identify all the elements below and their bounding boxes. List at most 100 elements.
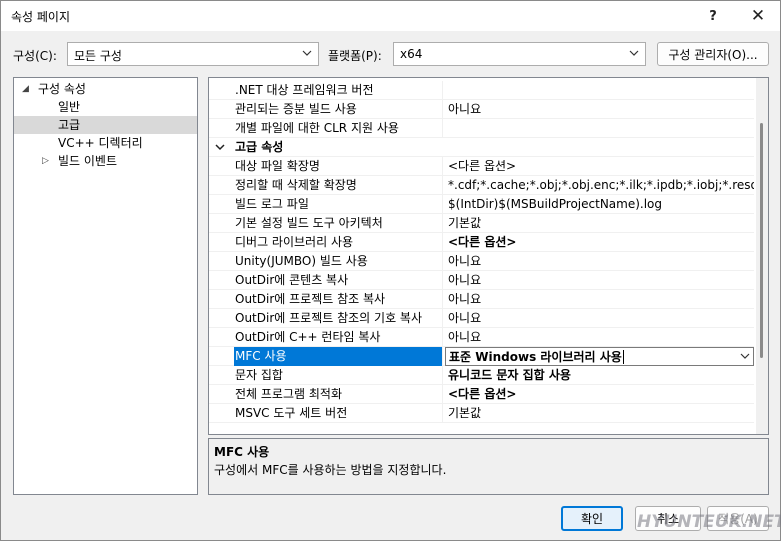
property-name: 전체 프로그램 최적화 [234,385,443,404]
property-name: OutDir에 콘텐츠 복사 [234,271,443,290]
property-name: 디버그 라이브러리 사용 [234,233,443,252]
platform-combobox[interactable]: x64 [393,42,646,66]
grid-row-build-log[interactable]: 빌드 로그 파일 $(IntDir)$(MSBuildProjectName).… [209,195,754,214]
expanded-arrow-icon[interactable]: ◢ [22,80,29,98]
grid-row-debug-libs[interactable]: 디버그 라이브러리 사용 <다른 옵션> [209,233,754,252]
title-bar: 속성 페이지 ? ✕ [1,1,780,31]
property-name: 기본 설정 빌드 도구 아키텍처 [234,214,443,233]
property-name: 빌드 로그 파일 [234,195,443,214]
cancel-label: 취소 [656,512,680,526]
ok-button[interactable]: 확인 [561,506,623,531]
description-text: 구성에서 MFC를 사용하는 방법을 지정합니다. [214,463,447,477]
config-label: 구성(C): [13,49,57,63]
description-panel: MFC 사용 구성에서 MFC를 사용하는 방법을 지정합니다. [208,438,769,495]
config-toolbar: 구성(C): 모든 구성 플랫폼(P): x64 구성 관리자(O)... [1,39,780,69]
tree-item-label: 일반 [58,100,81,114]
config-combobox[interactable]: 모든 구성 [67,42,319,66]
grid-row-target-ext[interactable]: 대상 파일 확장명 <다른 옵션> [209,157,754,176]
grid-row-dotnet-framework[interactable]: .NET 대상 프레임워크 버전 [209,81,754,100]
tree-item-build-events[interactable]: ▷ 빌드 이벤트 [14,152,197,170]
grid-row-managed-incremental[interactable]: 관리되는 증분 빌드 사용 아니요 [209,100,754,119]
property-value: <다른 옵션> [448,387,517,401]
property-name: .NET 대상 프레임워크 버전 [234,81,443,100]
chevron-down-icon [302,50,312,56]
property-name: MSVC 도구 세트 버전 [234,404,443,423]
collapsed-arrow-icon[interactable]: ▷ [42,152,49,170]
platform-label: 플랫폼(P): [328,49,382,63]
grid-row-clr-per-file[interactable]: 개별 파일에 대한 CLR 지원 사용 [209,119,754,138]
property-value: 아니요 [448,102,482,116]
config-value: 모든 구성 [74,49,122,63]
text-caret [622,350,624,364]
property-value: <다른 옵션> [448,159,517,173]
mfc-value-combobox[interactable]: 표준 Windows 라이브러리 사용 [445,347,754,366]
tree-item-config-properties[interactable]: ◢ 구성 속성 [14,80,197,98]
grid-row-msvc-toolset[interactable]: MSVC 도구 세트 버전 기본값 [209,404,754,423]
property-name: 정리할 때 삭제할 확장명 [234,176,443,195]
help-icon: ? [709,8,717,24]
property-value: 아니요 [448,254,482,268]
apply-button[interactable]: 적용(A) [707,506,769,531]
category-name: 고급 속성 [235,140,284,154]
grid-row-clean-ext[interactable]: 정리할 때 삭제할 확장명 *.cdf;*.cache;*.obj;*.obj.… [209,176,754,195]
chevron-down-icon [629,50,639,56]
help-button[interactable]: ? [691,1,735,31]
property-value: 표준 Windows 라이브러리 사용 [449,350,622,364]
property-value: 아니요 [448,292,482,306]
property-pages-dialog: 속성 페이지 ? ✕ 구성(C): 모든 구성 플랫폼(P): x64 구성 관… [0,0,781,541]
property-name: 대상 파일 확장명 [234,157,443,176]
tree-item-vc-directories[interactable]: VC++ 디렉터리 [14,134,197,152]
property-name: 문자 집합 [234,366,443,385]
property-value [445,119,754,138]
window-title: 속성 페이지 [11,10,71,24]
property-value [445,81,754,100]
grid-row-build-tool-arch[interactable]: 기본 설정 빌드 도구 아키텍처 기본값 [209,214,754,233]
property-name: MFC 사용 [234,347,443,366]
property-value: 기본값 [448,406,482,420]
property-name: OutDir에 프로젝트 참조의 기호 복사 [234,309,443,328]
property-grid: .NET 대상 프레임워크 버전 관리되는 증분 빌드 사용 아니요 개별 파일… [208,77,769,435]
grid-row-unity-build[interactable]: Unity(JUMBO) 빌드 사용 아니요 [209,252,754,271]
property-tree: ◢ 구성 속성 일반 고급 VC++ 디렉터리 ▷ 빌드 이벤트 [13,77,198,495]
grid-category-advanced[interactable]: 고급 속성 [209,138,754,157]
ok-label: 확인 [580,512,604,526]
chevron-down-icon[interactable] [214,141,226,153]
grid-row-copy-project-refs[interactable]: OutDir에 프로젝트 참조 복사 아니요 [209,290,754,309]
grid-row-copy-ref-symbols[interactable]: OutDir에 프로젝트 참조의 기호 복사 아니요 [209,309,754,328]
property-name: OutDir에 C++ 런타임 복사 [234,328,443,347]
property-value: *.cdf;*.cache;*.obj;*.obj.enc;*.ilk;*.ip… [448,178,754,192]
description-title: MFC 사용 [214,445,270,459]
property-name: Unity(JUMBO) 빌드 사용 [234,252,443,271]
tree-item-label: 고급 [58,118,81,132]
property-value: 기본값 [448,216,482,230]
grid-scrollbar[interactable] [756,78,768,434]
tree-item-label: 빌드 이벤트 [58,154,118,168]
property-name: 개별 파일에 대한 CLR 지원 사용 [234,119,443,138]
tree-item-label: 구성 속성 [38,82,86,96]
property-value: 아니요 [448,330,482,344]
grid-row-use-mfc[interactable]: MFC 사용 표준 Windows 라이브러리 사용 [209,347,754,366]
apply-label: 적용(A) [718,512,758,526]
chevron-down-icon[interactable] [739,349,751,363]
tree-item-label: VC++ 디렉터리 [58,136,143,150]
property-value: 아니요 [448,311,482,325]
close-button[interactable]: ✕ [736,1,780,31]
property-value: 아니요 [448,273,482,287]
config-manager-button[interactable]: 구성 관리자(O)... [657,42,769,66]
scrollbar-thumb[interactable] [760,123,763,358]
property-value: <다른 옵션> [448,235,517,249]
tree-item-advanced[interactable]: 고급 [14,116,197,134]
property-value: $(IntDir)$(MSBuildProjectName).log [448,197,663,211]
tree-item-general[interactable]: 일반 [14,98,197,116]
property-name: 관리되는 증분 빌드 사용 [234,100,443,119]
grid-row-copy-content[interactable]: OutDir에 콘텐츠 복사 아니요 [209,271,754,290]
config-manager-label: 구성 관리자(O)... [668,47,758,62]
property-value: 유니코드 문자 집합 사용 [448,368,571,382]
grid-row-whole-program-opt[interactable]: 전체 프로그램 최적화 <다른 옵션> [209,385,754,404]
grid-row-character-set[interactable]: 문자 집합 유니코드 문자 집합 사용 [209,366,754,385]
property-name: OutDir에 프로젝트 참조 복사 [234,290,443,309]
platform-value: x64 [400,47,423,61]
cancel-button[interactable]: 취소 [635,506,701,531]
grid-row-copy-cpp-runtime[interactable]: OutDir에 C++ 런타임 복사 아니요 [209,328,754,347]
close-icon: ✕ [750,6,766,26]
